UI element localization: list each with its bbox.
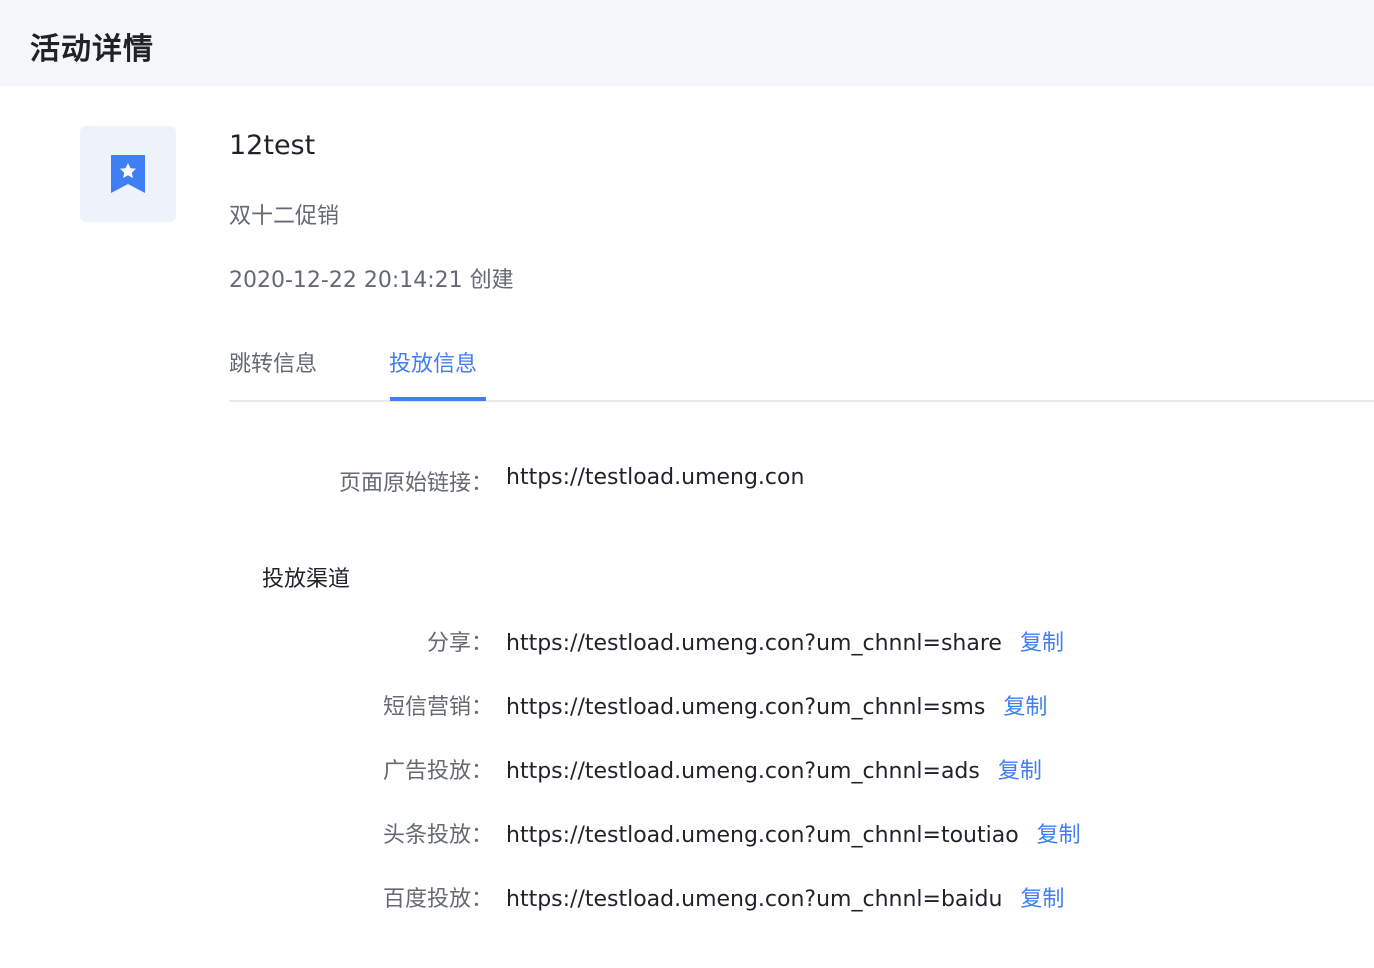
channels-section-title: 投放渠道 xyxy=(262,567,351,592)
channel-label: 头条投放： xyxy=(382,823,493,848)
channel-label: 广告投放： xyxy=(382,759,493,784)
detail-tabs: 跳转信息 投放信息 xyxy=(229,330,1374,402)
channel-url: https://testload.umeng.con?um_chnnl=baid… xyxy=(506,887,1003,912)
channel-label: 百度投放： xyxy=(382,887,493,912)
channel-url: https://testload.umeng.con?um_chnnl=tout… xyxy=(506,823,1019,848)
channel-url: https://testload.umeng.con?um_chnnl=ads xyxy=(506,759,980,784)
copy-baidu-link-button[interactable]: 复制 xyxy=(1020,887,1064,912)
activity-icon-container xyxy=(80,126,176,222)
copy-ads-link-button[interactable]: 复制 xyxy=(998,759,1042,784)
channel-url: https://testload.umeng.con?um_chnnl=sms xyxy=(506,695,986,720)
copy-sms-link-button[interactable]: 复制 xyxy=(1003,695,1047,720)
bookmark-star-icon xyxy=(111,155,145,193)
activity-subtitle: 双十二促销 xyxy=(229,204,340,229)
active-tab-indicator xyxy=(390,397,486,401)
page-header: 活动详情 xyxy=(0,0,1374,86)
channel-url: https://testload.umeng.con?um_chnnl=shar… xyxy=(506,631,1002,656)
copy-share-link-button[interactable]: 复制 xyxy=(1020,631,1064,656)
channel-label: 短信营销： xyxy=(382,695,493,720)
channel-label: 分享： xyxy=(426,631,493,656)
copy-toutiao-link-button[interactable]: 复制 xyxy=(1037,823,1081,848)
original-link-label: 页面原始链接： xyxy=(338,471,493,496)
original-link-value: https://testload.umeng.con xyxy=(506,465,805,490)
page-title: 活动详情 xyxy=(30,32,154,67)
tab-jump-info[interactable]: 跳转信息 xyxy=(229,346,317,378)
activity-created-time: 2020-12-22 20:14:21 创建 xyxy=(229,268,514,293)
tab-delivery-info[interactable]: 投放信息 xyxy=(389,346,477,378)
activity-name: 12test xyxy=(229,130,316,161)
